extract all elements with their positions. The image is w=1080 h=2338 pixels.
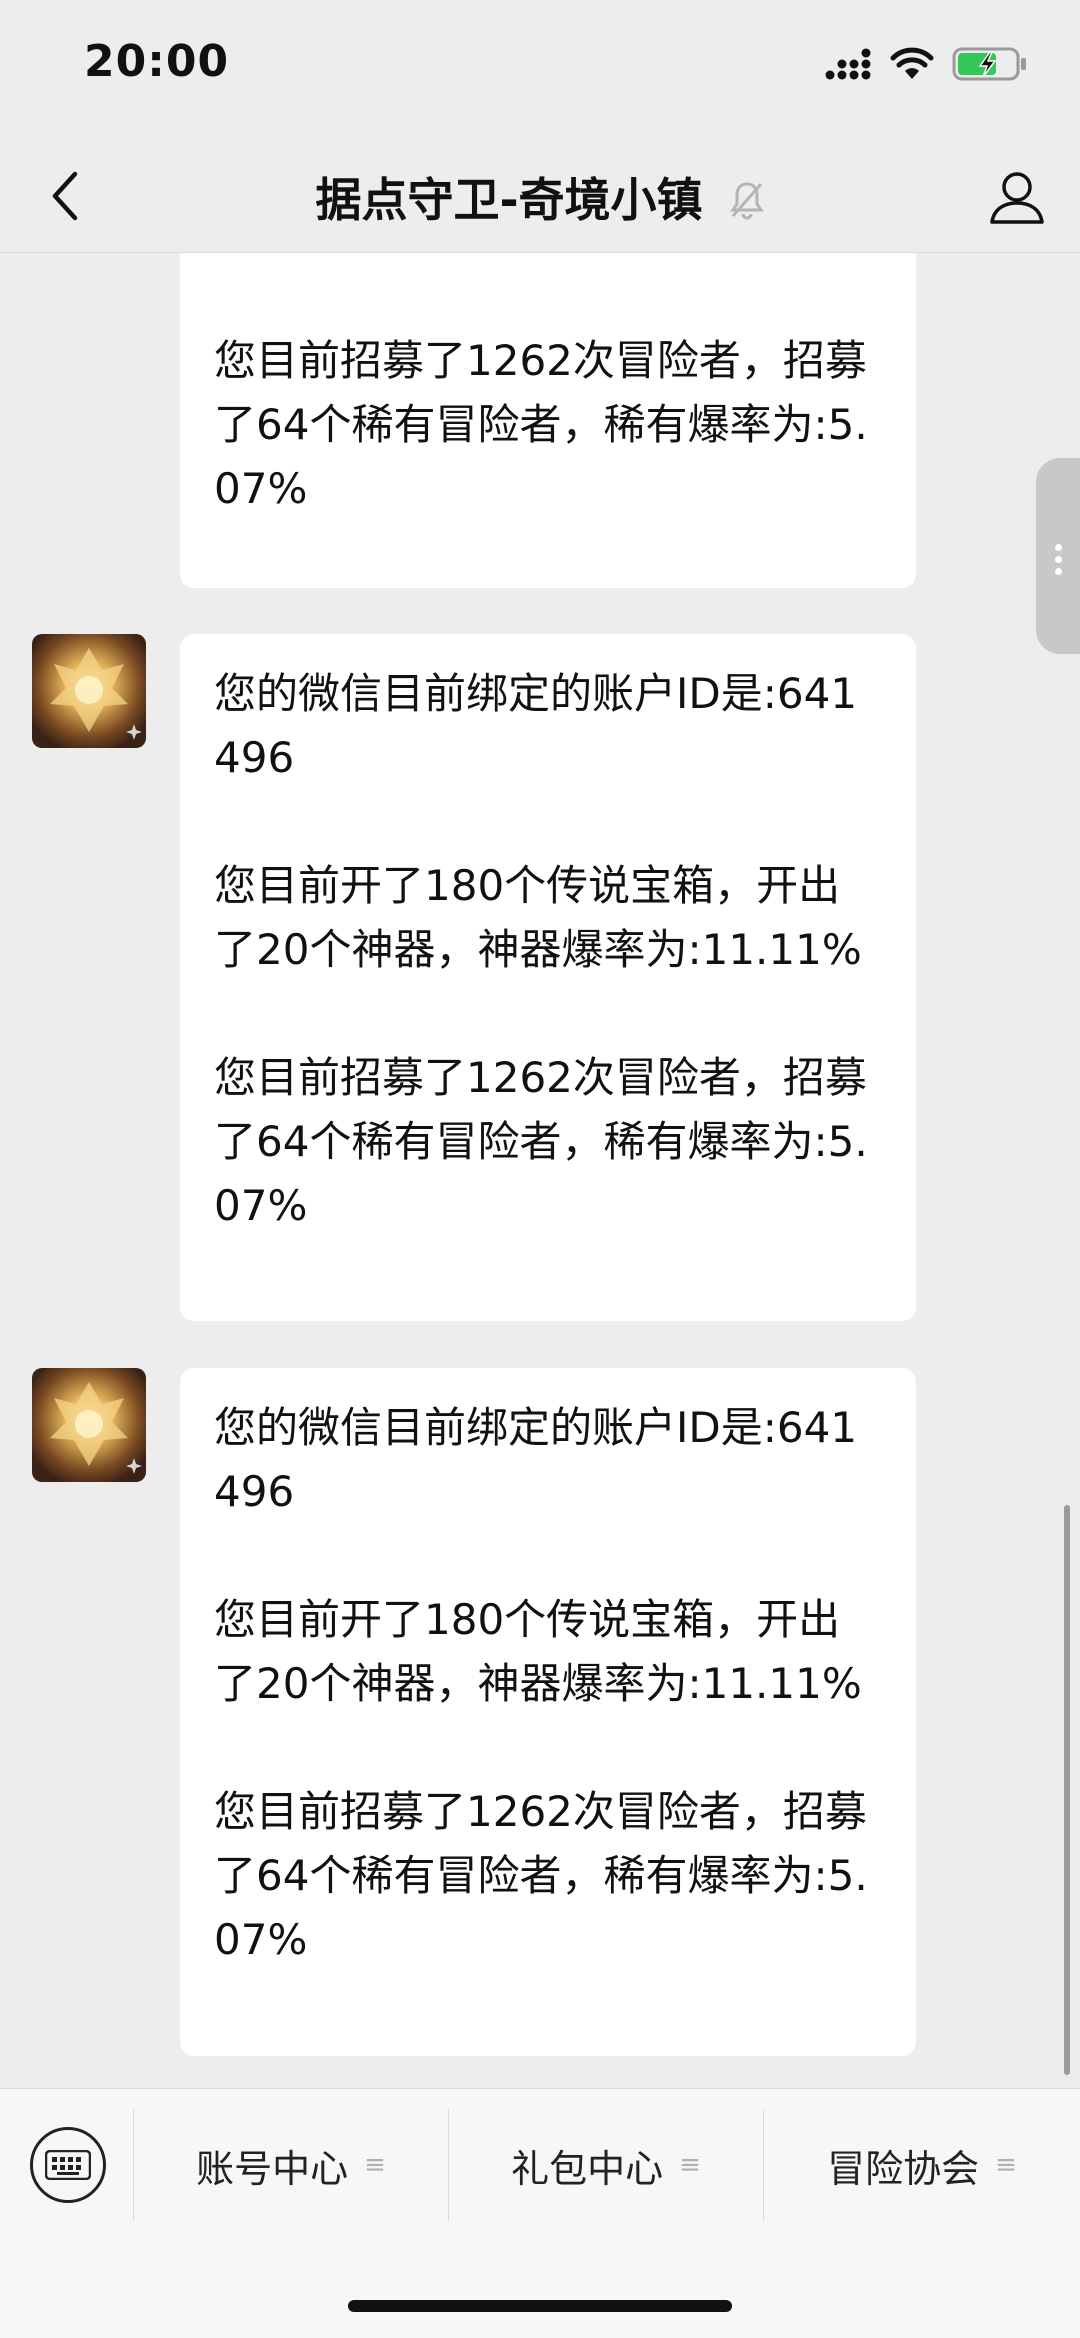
handle-dot — [1055, 544, 1062, 551]
menu-lines-icon: ≡ — [995, 2150, 1017, 2180]
status-bar: 20:00 — [0, 0, 1080, 140]
avatar[interactable] — [32, 634, 146, 748]
battery-charging-icon — [952, 46, 1028, 86]
message-paragraph: 您目前招募了1262次冒险者，招募了64个稀有冒险者，稀有爆率为:5.07% — [214, 336, 868, 513]
keyboard-icon — [45, 2150, 91, 2180]
message-paragraph: 您的微信目前绑定的账户ID是:641496 — [214, 1403, 858, 1516]
bell-mute-icon — [729, 177, 765, 231]
message-paragraph: 您的微信目前绑定的账户ID是:641496 — [214, 669, 858, 782]
menu-item-label: 冒险协会 — [827, 2146, 980, 2191]
home-indicator[interactable] — [348, 2300, 732, 2312]
status-time: 20:00 — [84, 36, 230, 87]
floating-side-handle[interactable] — [1036, 458, 1080, 654]
wifi-icon — [890, 47, 934, 85]
menu-item-adventure-guild[interactable]: 冒险协会 ≡ — [764, 2109, 1080, 2221]
handle-dot — [1055, 568, 1062, 575]
message-paragraph: 您目前开了180个传说宝箱，开出了20个神器，神器爆率为:11.11% — [214, 861, 862, 974]
menu-lines-icon: ≡ — [364, 2150, 386, 2180]
chat-scrollbar[interactable] — [1064, 1505, 1070, 2075]
menu-item-label: 礼包中心 — [511, 2146, 664, 2191]
artifact-emblem-icon — [32, 1368, 146, 1482]
signal-icon — [824, 48, 872, 84]
page-title: 据点守卫-奇境小镇 — [315, 173, 703, 227]
message-paragraph: 您目前招募了1262次冒险者，招募了64个稀有冒险者，稀有爆率为:5.07% — [214, 1787, 868, 1964]
menu-item-label: 账号中心 — [196, 2146, 349, 2191]
chat-area[interactable]: :11.11% 您目前招募了1262次冒险者，招募了64个稀有冒险者，稀有爆率为… — [0, 253, 1080, 2088]
menu-item-account-center[interactable]: 账号中心 ≡ — [134, 2109, 448, 2221]
artifact-emblem-icon — [32, 634, 146, 748]
message-paragraph: :11.11% — [214, 253, 882, 265]
message-bubble[interactable]: 您的微信目前绑定的账户ID是:641496 您目前开了180个传说宝箱，开出了2… — [180, 634, 916, 1321]
message-paragraph: 您目前招募了1262次冒险者，招募了64个稀有冒险者，稀有爆率为:5.07% — [214, 1053, 868, 1230]
profile-button[interactable] — [982, 160, 1052, 232]
nav-bar: 据点守卫-奇境小镇 — [0, 140, 1080, 253]
person-icon — [990, 172, 1044, 224]
message-bubble[interactable]: 您的微信目前绑定的账户ID是:641496 您目前开了180个传说宝箱，开出了2… — [180, 1368, 916, 2056]
menu-item-gift-center[interactable]: 礼包中心 ≡ — [449, 2109, 763, 2221]
keyboard-toggle-button[interactable] — [30, 2127, 106, 2203]
message-bubble[interactable]: :11.11% 您目前招募了1262次冒险者，招募了64个稀有冒险者，稀有爆率为… — [180, 253, 916, 588]
menu-lines-icon: ≡ — [679, 2150, 701, 2180]
handle-dot — [1055, 556, 1062, 563]
nav-title-wrap: 据点守卫-奇境小镇 — [0, 164, 1080, 231]
avatar[interactable] — [32, 1368, 146, 1482]
status-icons — [824, 46, 1028, 86]
message-paragraph: 您目前开了180个传说宝箱，开出了20个神器，神器爆率为:11.11% — [214, 1595, 862, 1708]
